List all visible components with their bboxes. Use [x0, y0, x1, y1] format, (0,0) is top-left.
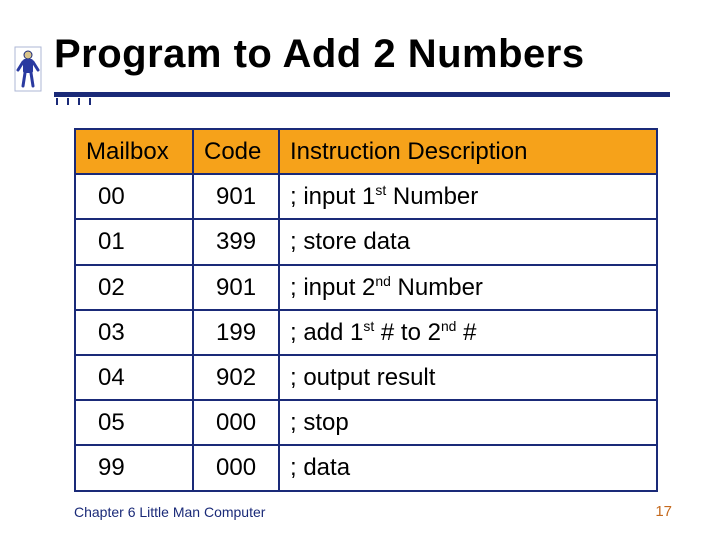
slide-title: Program to Add 2 Numbers	[54, 32, 585, 77]
table-row: 05000; stop	[75, 400, 657, 445]
table-row: 04902; output result	[75, 355, 657, 400]
table-row: 01399; store data	[75, 219, 657, 264]
cell-code: 901	[193, 174, 279, 219]
cell-description: ; data	[279, 445, 657, 490]
title-tick	[89, 98, 91, 105]
program-table: Mailbox Code Instruction Description 009…	[74, 128, 656, 492]
footer-chapter: Chapter 6 Little Man Computer	[74, 504, 265, 520]
cell-code: 399	[193, 219, 279, 264]
cell-mailbox: 00	[75, 174, 193, 219]
col-description: Instruction Description	[279, 129, 657, 174]
title-underline	[54, 92, 670, 97]
table-body: 00901; input 1st Number01399; store data…	[75, 174, 657, 490]
cell-mailbox: 05	[75, 400, 193, 445]
cell-description: ; input 2nd Number	[279, 265, 657, 310]
cell-description: ; input 1st Number	[279, 174, 657, 219]
table-row: 99000; data	[75, 445, 657, 490]
cell-mailbox: 02	[75, 265, 193, 310]
cell-mailbox: 04	[75, 355, 193, 400]
cell-code: 000	[193, 445, 279, 490]
cell-code: 000	[193, 400, 279, 445]
cell-description: ; stop	[279, 400, 657, 445]
col-mailbox: Mailbox	[75, 129, 193, 174]
slide: Program to Add 2 Numbers Mailbox Code In…	[0, 0, 720, 540]
table-row: 02901; input 2nd Number	[75, 265, 657, 310]
table-row: 00901; input 1st Number	[75, 174, 657, 219]
title-tick-row	[54, 98, 670, 105]
cell-mailbox: 99	[75, 445, 193, 490]
title-tick	[56, 98, 58, 105]
col-code: Code	[193, 129, 279, 174]
table-row: 03199; add 1st # to 2nd #	[75, 310, 657, 355]
cell-code: 901	[193, 265, 279, 310]
cell-description: ; store data	[279, 219, 657, 264]
cell-mailbox: 03	[75, 310, 193, 355]
cell-code: 199	[193, 310, 279, 355]
cell-description: ; add 1st # to 2nd #	[279, 310, 657, 355]
footer-page-number: 17	[655, 503, 672, 520]
cell-description: ; output result	[279, 355, 657, 400]
title-tick	[67, 98, 69, 105]
title-tick	[78, 98, 80, 105]
cell-code: 902	[193, 355, 279, 400]
cell-mailbox: 01	[75, 219, 193, 264]
little-man-icon	[14, 46, 42, 92]
table-header-row: Mailbox Code Instruction Description	[75, 129, 657, 174]
